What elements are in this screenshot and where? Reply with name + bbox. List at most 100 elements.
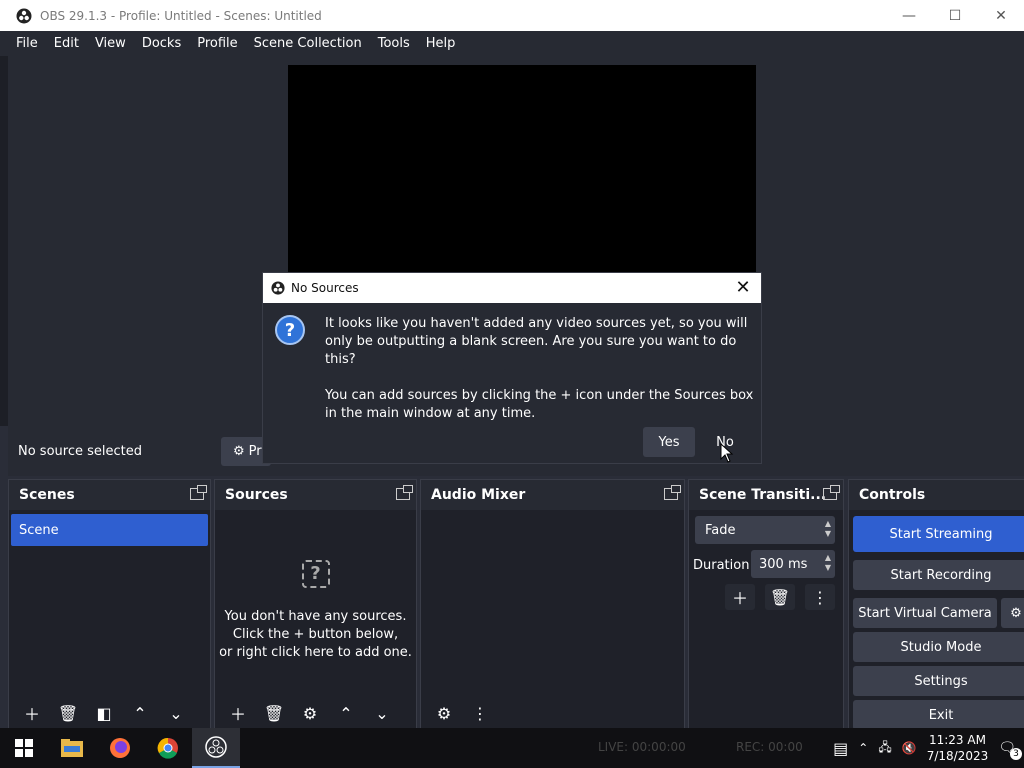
dock-header: Scenes (9, 480, 210, 510)
dialog-title: No Sources (291, 281, 359, 295)
windows-start-icon[interactable] (0, 728, 48, 768)
settings-button[interactable]: Settings (853, 666, 1024, 696)
volume-muted-icon[interactable]: 🔇 (902, 741, 917, 755)
virtual-camera-label: Start Virtual Camera (858, 605, 992, 621)
scenes-dock: Scenes Scene ＋ 🗑 ◧ ⌃ ⌄ (8, 479, 211, 729)
scenes-title: Scenes (19, 487, 75, 503)
windows-taskbar: LIVE: 00:00:00 REC: 00:00 ▤ ⌃ 🖧 🔇 11:23 … (0, 728, 1024, 768)
updown-icon[interactable]: ▲ ▼ (825, 553, 831, 573)
obs-taskbar-icon[interactable] (192, 728, 240, 768)
dock-header: Controls (849, 480, 1024, 510)
sources-empty-state[interactable]: ? You don't have any sources. Click the … (215, 560, 416, 662)
controls-dock: Controls Start Streaming Start Recording… (848, 479, 1024, 730)
more-options-icon[interactable]: ⋮ (465, 700, 495, 726)
dialog-message-2: You can add sources by clicking the + ic… (325, 388, 754, 421)
file-explorer-icon[interactable] (48, 728, 96, 768)
menu-docks[interactable]: Docks (134, 36, 189, 51)
gear-icon: ⚙ (233, 444, 245, 459)
exit-label: Exit (928, 707, 954, 723)
start-streaming-button[interactable]: Start Streaming (853, 516, 1024, 552)
menu-profile[interactable]: Profile (189, 36, 245, 51)
add-source-icon[interactable]: ＋ (223, 700, 253, 726)
advanced-audio-icon[interactable]: ⚙ (429, 700, 459, 726)
menu-edit[interactable]: Edit (46, 36, 87, 51)
undock-icon[interactable] (396, 485, 413, 500)
notifications-icon[interactable]: 🗨 3 (998, 740, 1022, 760)
close-icon[interactable]: ✕ (733, 277, 753, 298)
studio-mode-label: Studio Mode (900, 639, 982, 655)
maximize-button[interactable]: ☐ (932, 0, 978, 31)
date: 7/18/2023 (926, 749, 989, 763)
undock-icon[interactable] (823, 485, 840, 500)
mouse-cursor-icon (720, 443, 734, 463)
move-down-icon[interactable]: ⌄ (161, 700, 191, 726)
minimize-button[interactable]: — (886, 0, 932, 31)
menu-scene-collection[interactable]: Scene Collection (246, 36, 370, 51)
audio-mixer-dock: Audio Mixer ⚙ ⋮ (420, 479, 685, 729)
scene-filters-icon[interactable]: ◧ (89, 700, 119, 726)
start-recording-button[interactable]: Start Recording (853, 560, 1024, 590)
obs-logo-icon (16, 8, 32, 23)
yes-button[interactable]: Yes (643, 427, 695, 457)
virtual-camera-settings-button[interactable]: ⚙ (1001, 598, 1024, 628)
add-scene-icon[interactable]: ＋ (17, 700, 47, 726)
move-down-icon[interactable]: ⌄ (367, 700, 397, 726)
undock-icon[interactable] (190, 485, 207, 500)
exit-button[interactable]: Exit (853, 700, 1024, 730)
notification-count: 3 (1010, 748, 1022, 760)
no-sources-dialog: No Sources ✕ ? It looks like you haven't… (262, 272, 762, 464)
left-edge (0, 56, 8, 426)
audio-toolbar: ⚙ ⋮ (421, 698, 684, 728)
menu-view[interactable]: View (87, 36, 134, 51)
menu-help[interactable]: Help (418, 36, 464, 51)
start-virtual-camera-button[interactable]: Start Virtual Camera (853, 598, 997, 628)
empty-line-1: You don't have any sources. (224, 609, 407, 624)
chrome-icon[interactable] (144, 728, 192, 768)
transition-menu-icon[interactable]: ⋮ (805, 584, 835, 610)
transition-select[interactable]: Fade ▲ ▼ (695, 516, 835, 544)
dialog-message: It looks like you haven't added any vide… (325, 315, 755, 441)
clock[interactable]: 11:23 AM 7/18/2023 (927, 732, 989, 764)
dock-header: Sources (215, 480, 416, 510)
chevron-up-icon[interactable]: ⌃ (858, 741, 868, 755)
properties-label: Pr (248, 444, 262, 459)
gear-icon: ⚙ (1010, 605, 1022, 621)
network-icon[interactable]: 🖧 (878, 738, 891, 759)
question-icon: ? (275, 315, 305, 345)
obs-logo-icon (271, 281, 285, 295)
menu-file[interactable]: File (8, 36, 46, 51)
source-properties-icon[interactable]: ⚙ (295, 700, 325, 726)
duration-spinbox[interactable]: 300 ms ▲ ▼ (751, 550, 835, 578)
add-transition-icon[interactable]: ＋ (725, 584, 755, 610)
move-up-icon[interactable]: ⌃ (331, 700, 361, 726)
firefox-icon[interactable] (96, 728, 144, 768)
sources-title: Sources (225, 487, 288, 503)
sources-toolbar: ＋ 🗑 ⚙ ⌃ ⌄ (215, 698, 416, 728)
duration-label: Duration (693, 558, 750, 573)
remove-source-icon[interactable]: 🗑 (259, 700, 289, 726)
dock-header: Scene Transiti... (689, 480, 843, 510)
undock-icon[interactable] (664, 485, 681, 500)
dock-header: Audio Mixer (421, 480, 684, 510)
time: 11:23 AM (928, 733, 986, 747)
close-window-button[interactable]: ✕ (978, 0, 1024, 31)
studio-mode-button[interactable]: Studio Mode (853, 632, 1024, 662)
remove-transition-icon[interactable]: 🗑 (765, 584, 795, 610)
system-tray: ▤ ⌃ 🖧 🔇 11:23 AM 7/18/2023 🗨 3 (833, 728, 1024, 768)
transitions-toolbar: ＋ 🗑 ⋮ (725, 584, 835, 610)
remove-scene-icon[interactable]: 🗑 (53, 700, 83, 726)
start-recording-label: Start Recording (890, 567, 992, 583)
scene-list-item[interactable]: Scene (11, 514, 208, 546)
dialog-message-1: It looks like you haven't added any vide… (325, 316, 748, 367)
transitions-dock: Scene Transiti... Fade ▲ ▼ Duration 300 m… (688, 479, 844, 729)
news-icon[interactable]: ▤ (833, 739, 848, 758)
updown-icon: ▲ ▼ (824, 519, 831, 538)
menu-tools[interactable]: Tools (370, 36, 418, 51)
scene-name: Scene (19, 522, 59, 538)
menu-bar: File Edit View Docks Profile Scene Colle… (0, 31, 1024, 56)
transitions-title: Scene Transiti... (699, 487, 827, 503)
scenes-toolbar: ＋ 🗑 ◧ ⌃ ⌄ (9, 698, 210, 728)
sources-dock: Sources ? You don't have any sources. Cl… (214, 479, 417, 729)
move-up-icon[interactable]: ⌃ (125, 700, 155, 726)
dialog-titlebar: No Sources ✕ (263, 273, 761, 303)
